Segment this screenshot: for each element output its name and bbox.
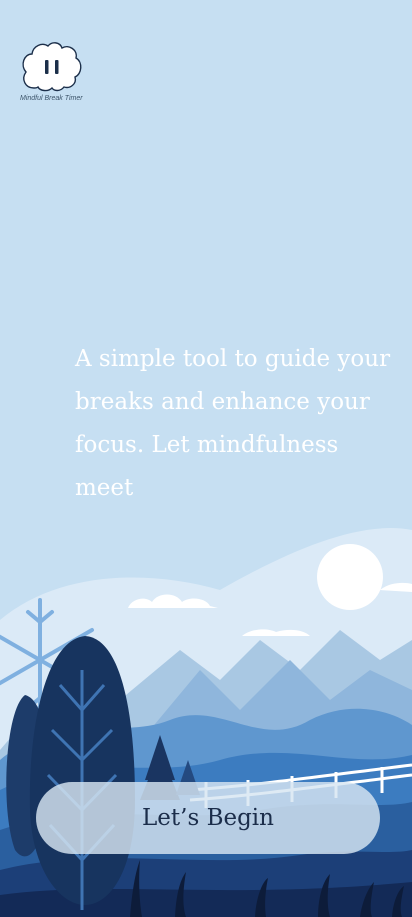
- app-logo: Mindful Break Timer: [18, 40, 90, 106]
- brain-pause-icon: [22, 42, 82, 92]
- logo-caption: Mindful Break Timer: [20, 95, 83, 102]
- intro-tagline: A simple tool to guide your breaks and e…: [75, 346, 391, 501]
- lets-begin-button[interactable]: Let’s Begin: [36, 782, 380, 854]
- landscape-illustration: [0, 528, 412, 917]
- sun-icon: [317, 544, 383, 610]
